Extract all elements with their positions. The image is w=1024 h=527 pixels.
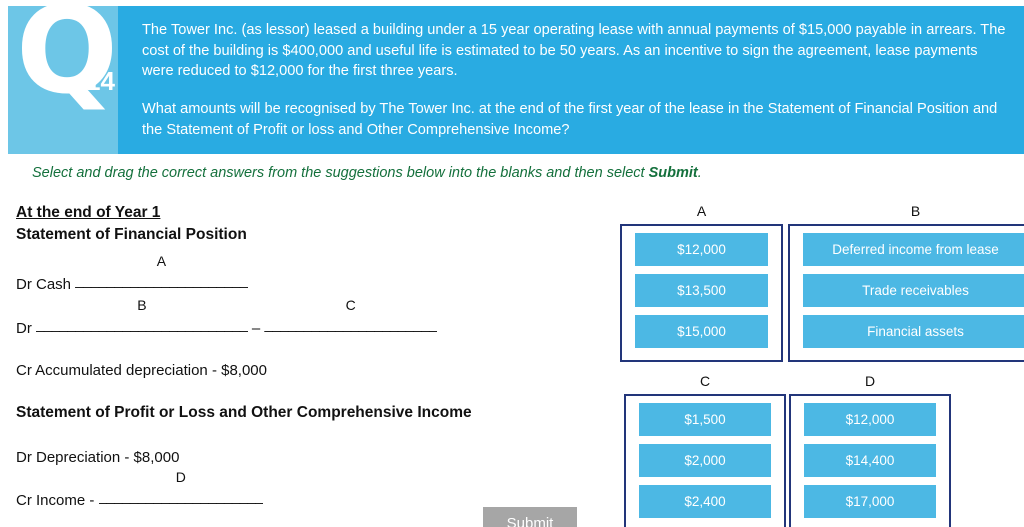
entry-dr-depreciation: Dr Depreciation - $8,000 <box>16 449 180 466</box>
blank-c-label: C <box>345 297 356 313</box>
option-tile[interactable]: $12,000 <box>804 403 936 436</box>
blank-a-label: A <box>156 253 167 269</box>
blank-b-rule: ___________________________ <box>36 316 248 333</box>
entry-cr-accumulated-depreciation: Cr Accumulated depreciation - $8,000 <box>16 362 267 379</box>
option-group-c-label: C <box>699 373 711 389</box>
option-tile[interactable]: $14,400 <box>804 444 936 477</box>
option-tile[interactable]: Trade receivables <box>803 274 1024 307</box>
question-page: Q 14 The Tower Inc. (as lessor) leased a… <box>0 0 1024 527</box>
entry-dr: Dr B ___________________________ – C _____… <box>16 297 437 337</box>
sheet-title: At the end of Year 1 <box>16 204 161 221</box>
blank-a[interactable]: A ______________________ <box>75 253 248 293</box>
section-financial-position: Statement of Financial Position <box>16 226 247 243</box>
instruction-text: Select and drag the correct answers from… <box>32 165 702 181</box>
option-tile[interactable]: Financial assets <box>803 315 1024 348</box>
question-number: 14 <box>86 66 115 96</box>
question-number-badge: Q 14 <box>8 0 118 154</box>
question-paragraph-2: What amounts will be recognised by The T… <box>142 101 998 138</box>
option-tile[interactable]: $15,000 <box>635 315 768 348</box>
blank-c-rule: ______________________ <box>264 316 437 333</box>
submit-button[interactable]: Submit <box>483 507 577 527</box>
answer-sheet: At the end of Year 1 Statement of Financ… <box>16 204 606 509</box>
instruction-after: . <box>697 165 702 181</box>
instruction-emphasis: Submit <box>648 165 698 181</box>
entry-cr-income-label: Cr Income - <box>16 492 99 509</box>
option-tile[interactable]: $1,500 <box>639 403 771 436</box>
option-group-b-box: Deferred income from lease Trade receiva… <box>788 224 1024 362</box>
section-profit-or-loss: Statement of Profit or Loss and Other Co… <box>16 404 472 421</box>
option-tile[interactable]: $17,000 <box>804 485 936 518</box>
question-text: The Tower Inc. (as lessor) leased a buil… <box>118 6 1024 154</box>
entry-minus-sign: – <box>247 320 265 337</box>
option-group-c-box: $1,500 $2,000 $2,400 <box>624 394 786 527</box>
option-tile[interactable]: $2,400 <box>639 485 771 518</box>
option-group-d-label: D <box>864 373 876 389</box>
question-paragraph-1: The Tower Inc. (as lessor) leased a buil… <box>142 22 1006 80</box>
option-tile[interactable]: $2,000 <box>639 444 771 477</box>
entry-dr-label: Dr <box>16 320 36 337</box>
entry-cr-income: Cr Income - D _____________________ <box>16 469 264 509</box>
blank-b-label: B <box>137 297 147 313</box>
option-group-a-box: $12,000 $13,500 $15,000 <box>620 224 783 362</box>
option-group-b-label: B <box>910 203 921 219</box>
blank-b[interactable]: B ___________________________ <box>36 297 248 337</box>
blank-c[interactable]: C ______________________ <box>264 297 437 337</box>
option-group-d-box: $12,000 $14,400 $17,000 <box>789 394 951 527</box>
blank-d-label: D <box>175 469 186 485</box>
option-group-a-label: A <box>696 203 707 219</box>
blank-d[interactable]: D _____________________ <box>98 469 264 509</box>
blank-a-rule: ______________________ <box>75 272 248 289</box>
instruction-before: Select and drag the correct answers from… <box>32 165 649 181</box>
option-tile[interactable]: $12,000 <box>635 233 768 266</box>
question-banner: Q 14 The Tower Inc. (as lessor) leased a… <box>8 0 1024 154</box>
option-tile[interactable]: $13,500 <box>635 274 768 307</box>
entry-dr-cash-label: Dr Cash <box>16 276 76 293</box>
entry-dr-cash: Dr Cash A ______________________ <box>16 253 248 293</box>
option-tile[interactable]: Deferred income from lease <box>803 233 1024 266</box>
blank-d-rule: _____________________ <box>98 488 264 505</box>
